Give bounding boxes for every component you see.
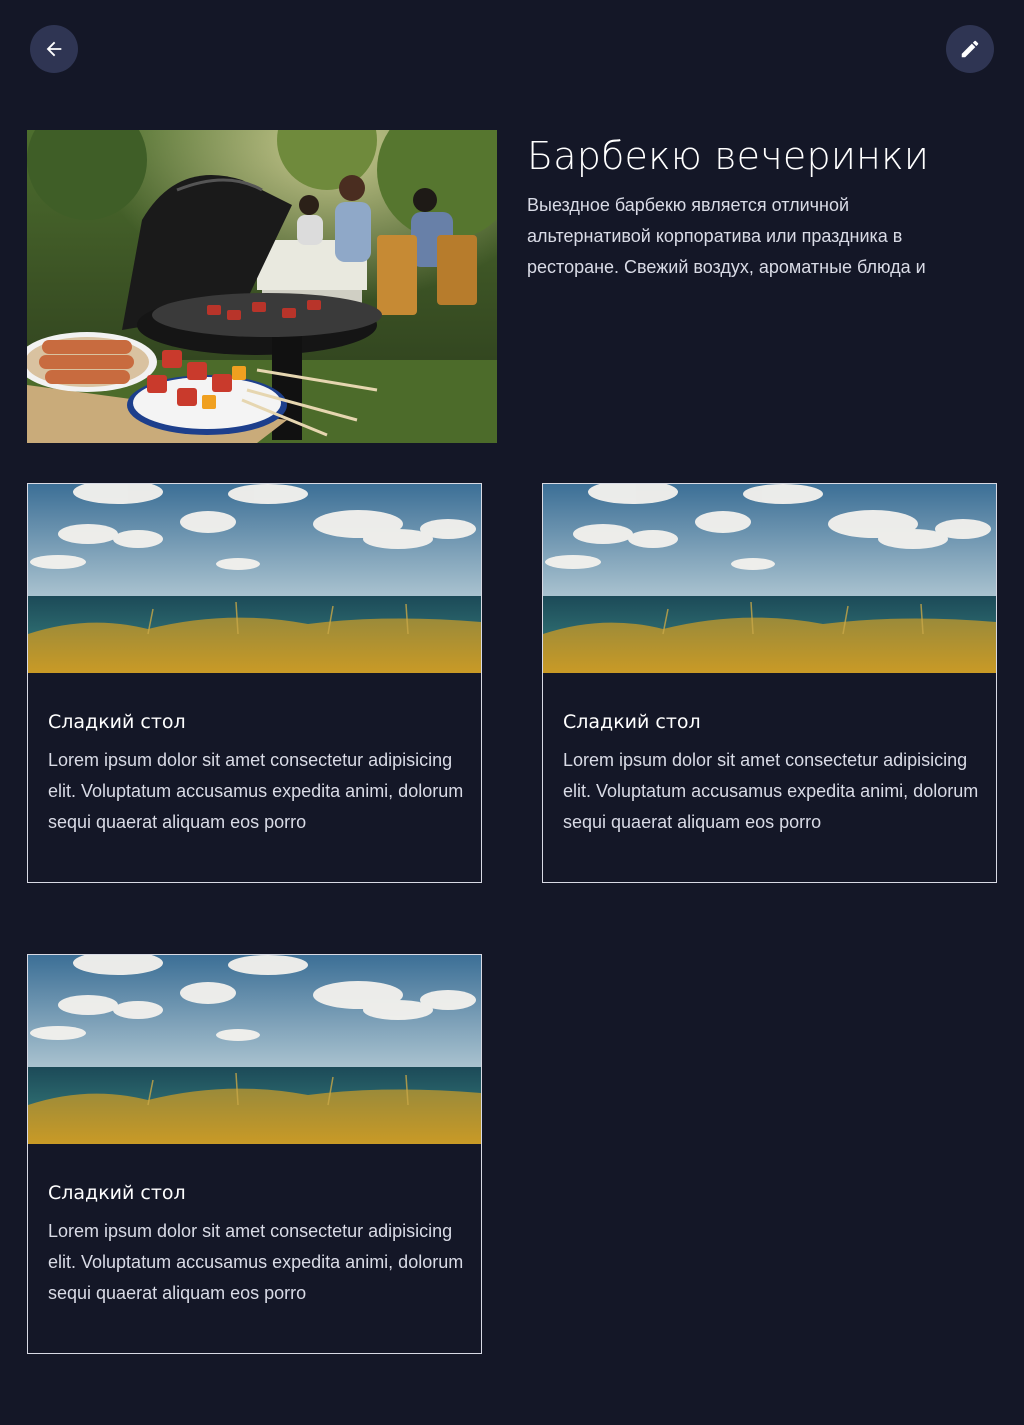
- seaside-landscape-image: [28, 484, 481, 673]
- seaside-landscape-image: [543, 484, 996, 673]
- card-text: Lorem ipsum dolor sit amet consectetur a…: [48, 1221, 464, 1303]
- card-title: Сладкий стол: [48, 1182, 186, 1204]
- service-card[interactable]: Сладкий стол Lorem ipsum dolor sit amet …: [27, 483, 482, 883]
- edit-button[interactable]: [946, 25, 994, 73]
- page-title: Барбекю вечеринки: [527, 134, 930, 178]
- service-card[interactable]: Сладкий стол Lorem ipsum dolor sit amet …: [542, 483, 997, 883]
- card-title: Сладкий стол: [48, 711, 186, 733]
- page-description: Выездное барбекю является отличной альте…: [527, 195, 926, 277]
- service-card[interactable]: Сладкий стол Lorem ipsum dolor sit amet …: [27, 954, 482, 1354]
- card-text: Lorem ipsum dolor sit amet consectetur a…: [563, 750, 979, 832]
- card-title: Сладкий стол: [563, 711, 701, 733]
- seaside-landscape-image: [28, 955, 481, 1144]
- arrow-left-icon: [43, 38, 65, 60]
- card-text: Lorem ipsum dolor sit amet consectetur a…: [48, 750, 464, 832]
- back-button[interactable]: [30, 25, 78, 73]
- pencil-icon: [959, 38, 981, 60]
- bbq-party-image: [27, 130, 497, 443]
